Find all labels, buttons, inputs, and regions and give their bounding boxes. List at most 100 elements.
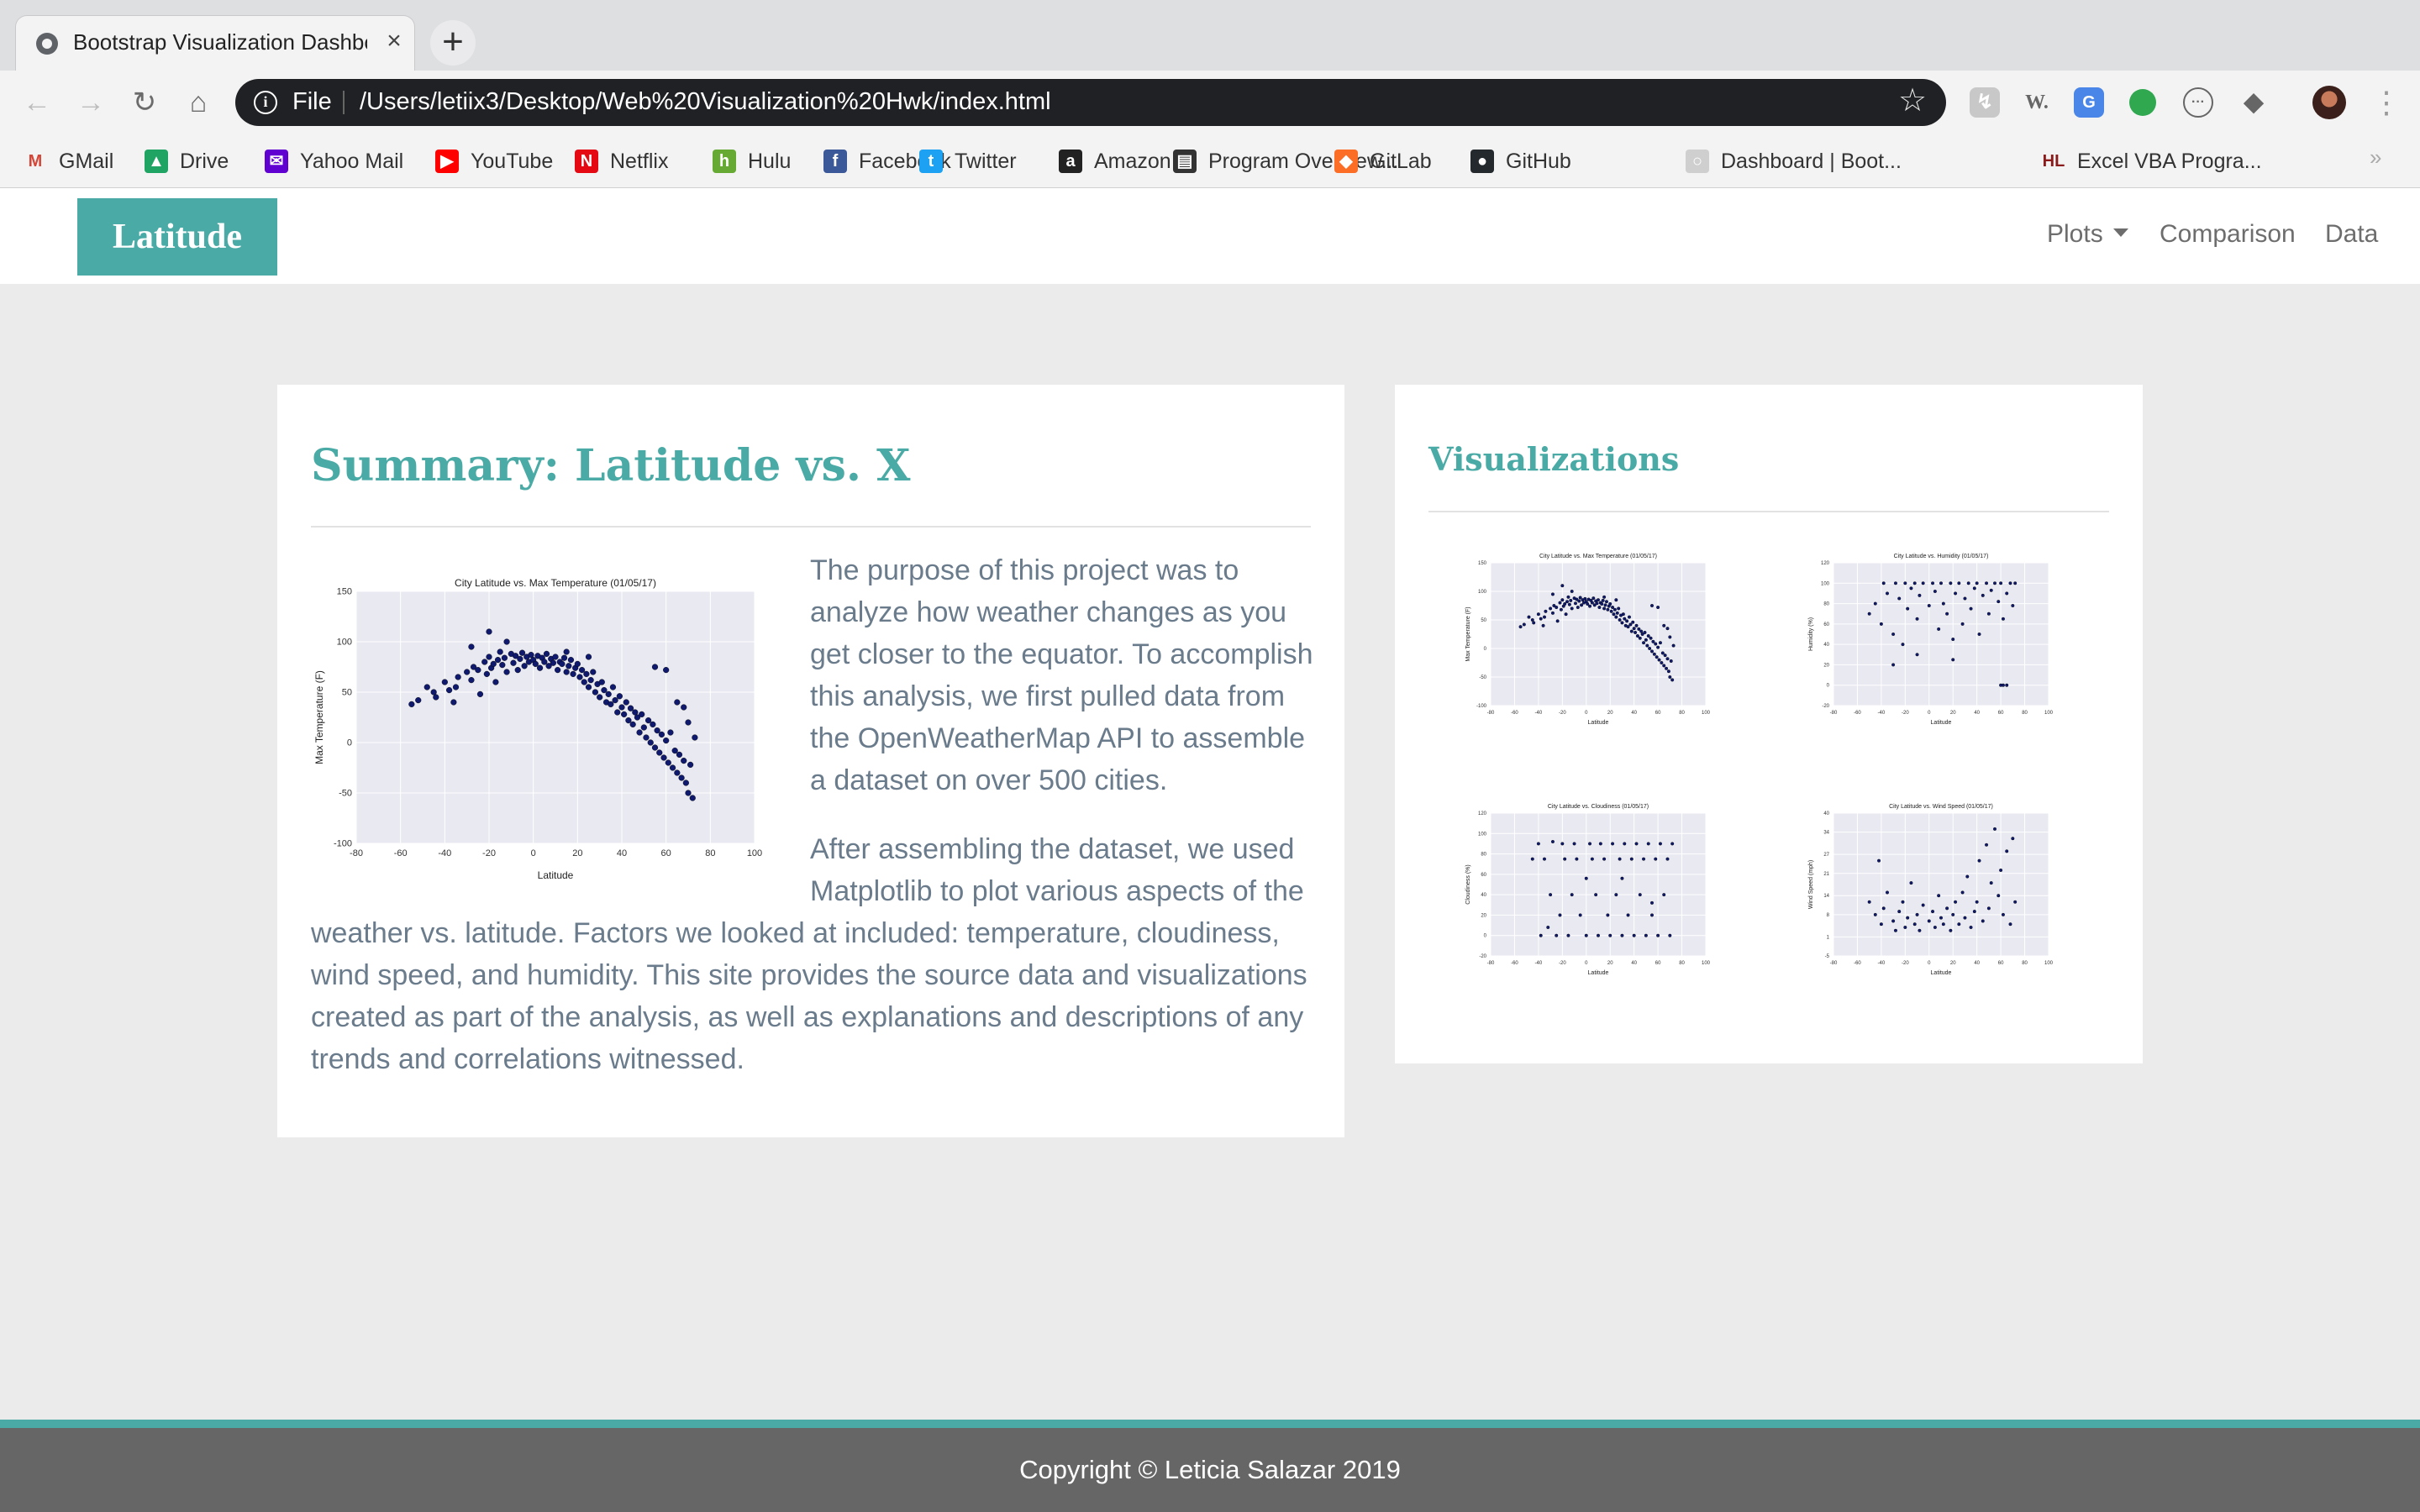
- url-text[interactable]: /Users/letiix3/Desktop/Web%20Visualizati…: [360, 88, 1051, 116]
- extension-translate-icon[interactable]: ↯: [1970, 87, 2000, 118]
- data-point: [550, 659, 556, 666]
- back-arrow-icon[interactable]: ←: [17, 82, 57, 123]
- new-tab-button[interactable]: +: [430, 20, 476, 66]
- profile-avatar[interactable]: [2312, 86, 2346, 119]
- data-point: [1626, 625, 1630, 629]
- data-point: [1927, 603, 1931, 607]
- bookmark-drive[interactable]: ▲ Drive: [145, 144, 229, 178]
- bookmarks-bar: » M GMail ▲ Drive ✉ Yahoo Mail ▶ YouTube N Netfli…: [0, 134, 2420, 188]
- data-point: [555, 666, 561, 674]
- data-point: [1560, 598, 1565, 602]
- data-point: [1897, 910, 1902, 914]
- data-point: [1575, 857, 1579, 861]
- browser-tabstrip: Bootstrap Visualization Dashbo × +: [0, 0, 2420, 71]
- data-point: [2001, 617, 2005, 621]
- close-tab-icon[interactable]: ×: [379, 26, 409, 56]
- thumbnail-cloudiness-plot[interactable]: -80 -60 -40 -20 0 20 40 60 80 100 -20 0 20 40 60 80 100 1…: [1462, 800, 1714, 976]
- data-point: [1931, 581, 1935, 585]
- data-point: [654, 727, 660, 734]
- extension-dots-icon[interactable]: ···: [2183, 87, 2213, 118]
- data-point: [1941, 922, 1945, 927]
- data-point: [1539, 617, 1543, 621]
- x-tick-label: -80: [350, 848, 363, 858]
- home-icon[interactable]: ⌂: [178, 82, 218, 123]
- bookmark-yahoo-mail[interactable]: ✉ Yahoo Mail: [265, 144, 403, 178]
- extension-layers-icon[interactable]: ◆: [2238, 87, 2269, 118]
- extension-w-icon[interactable]: W.: [2022, 87, 2052, 118]
- bookmark-amazon[interactable]: a Amazon: [1059, 144, 1171, 178]
- data-point: [650, 721, 656, 728]
- bookmark-gmail[interactable]: M GMail: [24, 144, 114, 178]
- data-point: [1666, 669, 1670, 674]
- data-point: [1885, 591, 1889, 596]
- summary-card: Summary: Latitude vs. X -80 -60 -40 -20 0 20 4…: [277, 385, 1344, 1137]
- thumbnail-humidity-plot[interactable]: -80 -60 -40 -20 0 20 40 60 80 100 -20 0 20 40 60 80 100 1…: [1805, 549, 2057, 726]
- data-point: [1912, 581, 1917, 585]
- data-point: [1632, 933, 1636, 937]
- forward-arrow-icon[interactable]: →: [71, 82, 111, 123]
- data-point: [1614, 598, 1618, 602]
- nav-data[interactable]: Data: [2325, 220, 2378, 249]
- data-point: [625, 717, 632, 724]
- bookmark-netflix[interactable]: N Netflix: [575, 144, 668, 178]
- info-icon[interactable]: i: [254, 91, 277, 114]
- data-point: [1539, 933, 1543, 937]
- data-point: [1662, 623, 1666, 627]
- google-translate-icon[interactable]: G: [2074, 87, 2104, 118]
- bookmarks-overflow-icon[interactable]: »: [2370, 144, 2381, 171]
- site-navbar: Latitude Plots Comparison Data: [0, 188, 2420, 284]
- bookmark-dashboard-boot[interactable]: ○ Dashboard | Boot...: [1686, 144, 1902, 178]
- data-point: [1620, 933, 1624, 937]
- data-point: [1578, 596, 1582, 600]
- bookmark-youtube[interactable]: ▶ YouTube: [435, 144, 553, 178]
- data-point: [1643, 630, 1647, 634]
- extension-green-icon[interactable]: [2129, 89, 2156, 116]
- data-point: [1565, 600, 1570, 604]
- data-point: [1985, 581, 1989, 585]
- bookmark-github[interactable]: ● GitHub: [1470, 144, 1571, 178]
- brand-logo[interactable]: Latitude: [77, 198, 277, 276]
- data-point: [1588, 842, 1592, 846]
- data-point: [1992, 581, 1996, 585]
- plot-area: [1491, 563, 1706, 706]
- bookmark-hulu[interactable]: h Hulu: [713, 144, 791, 178]
- data-point: [676, 751, 683, 759]
- x-tick-label: -40: [1878, 961, 1886, 966]
- data-point: [455, 674, 461, 680]
- data-point: [1586, 601, 1590, 606]
- address-bar[interactable]: i File /Users/letiix3/Desktop/Web%20Visu…: [235, 79, 1946, 126]
- data-point: [1611, 606, 1615, 610]
- bookmark-excel-vba-progra[interactable]: HL Excel VBA Progra...: [2042, 144, 2262, 178]
- data-point: [1596, 933, 1600, 937]
- data-point: [1584, 933, 1588, 937]
- bookmark-gitlab[interactable]: ◆ GitLab: [1334, 144, 1432, 178]
- bookmark-star-icon[interactable]: ☆: [1896, 84, 1929, 118]
- data-point: [452, 684, 460, 690]
- nav-plots-dropdown[interactable]: Plots: [2047, 220, 2128, 249]
- y-tick-label: 0: [1484, 934, 1487, 939]
- drive-icon: ▲: [145, 150, 168, 173]
- data-point: [503, 669, 510, 675]
- browser-menu-icon[interactable]: ⋮: [2371, 82, 2402, 123]
- data-point: [1881, 581, 1886, 585]
- reload-icon[interactable]: ↻: [124, 82, 165, 123]
- thumbnail-wind-speed-plot[interactable]: -80 -60 -40 -20 0 20 40 60 80 100 -5 1 8 14 21 27 34 40 Ci…: [1805, 800, 2057, 976]
- x-tick-label: 100: [2044, 711, 2054, 716]
- x-tick-label: 100: [1702, 711, 1711, 716]
- data-point: [1671, 643, 1676, 648]
- data-point: [1598, 842, 1602, 846]
- data-point: [1975, 581, 1979, 585]
- x-tick-label: 20: [1607, 961, 1613, 966]
- thumbnail-temperature-plot[interactable]: -80 -60 -40 -20 0 20 40 60 80 100 -100 -50 0 50 100 150…: [1462, 549, 1714, 726]
- x-tick-label: 0: [1585, 961, 1588, 966]
- data-point: [687, 761, 694, 769]
- x-tick-label: -60: [394, 848, 408, 858]
- nav-comparison[interactable]: Comparison: [2160, 220, 2296, 249]
- bookmark-twitter[interactable]: t Twitter: [919, 144, 1017, 178]
- browser-tab[interactable]: Bootstrap Visualization Dashbo ×: [15, 15, 415, 71]
- data-point: [685, 790, 692, 796]
- x-tick-label: 0: [531, 848, 536, 858]
- data-point: [2005, 849, 2009, 853]
- x-tick-label: -60: [1854, 711, 1861, 716]
- data-point: [590, 669, 597, 675]
